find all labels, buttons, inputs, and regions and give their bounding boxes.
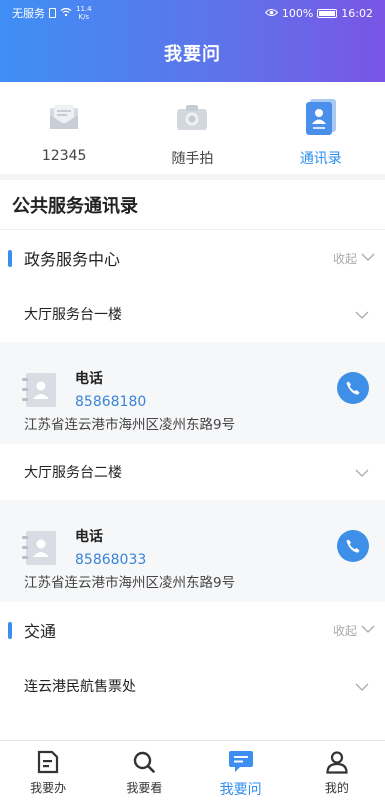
chevron-down-icon <box>361 251 375 265</box>
camera-icon <box>173 98 211 136</box>
contact-address: 江苏省连云港市海州区凌州东路9号 <box>24 417 236 433</box>
address-book-icon <box>22 530 58 570</box>
contacts-book-icon <box>302 98 340 136</box>
contact-phone[interactable]: 85868180 <box>75 394 146 410</box>
tab-contacts-label: 通讯录 <box>299 151 342 167</box>
clock: 16:02 <box>341 6 373 20</box>
section-title: 公共服务通讯录 <box>0 180 385 230</box>
chevron-down-icon <box>355 463 369 482</box>
tab-browse-label: 我要看 <box>126 781 163 795</box>
app-header: 无服务 11.4 K/s 100% 16:02 我要问 <box>0 0 385 82</box>
tab-handle-label: 我要办 <box>30 781 67 795</box>
chevron-down-icon <box>361 623 375 637</box>
group-header-transport[interactable]: 交通 收起 <box>0 602 385 658</box>
group-header-government[interactable]: 政务服务中心 收起 <box>0 230 385 286</box>
status-bar: 无服务 11.4 K/s 100% 16:02 <box>0 0 385 26</box>
bottom-nav: 我要办 我要看 我要问 我的 <box>0 740 385 800</box>
address-book-icon <box>22 372 58 412</box>
tab-12345[interactable]: 12345 <box>0 82 128 174</box>
list-item-airline-ticket-office[interactable]: 连云港民航售票处 <box>0 658 385 714</box>
chevron-down-icon <box>355 677 369 696</box>
tab-photo[interactable]: 随手拍 <box>128 82 256 174</box>
tab-browse[interactable]: 我要看 <box>96 741 192 800</box>
tab-mine-label: 我的 <box>324 781 349 795</box>
phone-icon <box>346 381 360 395</box>
directory-card: 公共服务通讯录 政务服务中心 收起 大厅服务台一楼 电话 85868180 江苏… <box>0 180 385 740</box>
message-envelope-icon <box>45 98 83 136</box>
chat-bubble-icon <box>228 749 254 775</box>
list-item-title: 大厅服务台二楼 <box>24 465 122 481</box>
contact-phone[interactable]: 85868033 <box>75 552 146 568</box>
group-accent-bar <box>8 621 12 639</box>
battery-percent: 100% <box>281 6 314 20</box>
chevron-down-icon <box>355 305 369 324</box>
tab-ask[interactable]: 我要问 <box>193 741 289 800</box>
user-icon <box>324 749 350 775</box>
wifi-icon <box>60 7 72 20</box>
group-title: 政务服务中心 <box>24 250 121 269</box>
contact-card: 电话 85868180 江苏省连云港市海州区凌州东路9号 <box>0 342 385 444</box>
top-nav: 12345 随手拍 通讯录 <box>0 82 385 174</box>
tab-ask-label: 我要问 <box>219 782 262 798</box>
contact-address: 江苏省连云港市海州区凌州东路9号 <box>24 575 236 591</box>
tab-contacts[interactable]: 通讯录 <box>257 82 385 174</box>
eye-icon <box>264 7 279 20</box>
battery-icon <box>317 8 338 18</box>
list-item-hall-floor1[interactable]: 大厅服务台一楼 <box>0 286 385 342</box>
tab-12345-label: 12345 <box>41 148 87 164</box>
carrier-text: 无服务 <box>12 7 45 20</box>
list-item-title: 连云港民航售票处 <box>24 679 136 695</box>
tab-handle[interactable]: 我要办 <box>0 741 96 800</box>
magnifier-icon <box>131 749 157 775</box>
collapse-toggle[interactable]: 收起 <box>333 250 375 267</box>
tab-mine[interactable]: 我的 <box>289 741 385 800</box>
collapse-toggle[interactable]: 收起 <box>333 622 375 639</box>
list-item-title: 大厅服务台一楼 <box>24 307 122 323</box>
document-icon <box>35 749 61 775</box>
contact-card: 电话 85868033 江苏省连云港市海州区凌州东路9号 <box>0 500 385 602</box>
page-title: 我要问 <box>164 44 221 65</box>
list-item-hall-floor2[interactable]: 大厅服务台二楼 <box>0 444 385 500</box>
contact-label: 电话 <box>75 529 103 545</box>
tab-photo-label: 随手拍 <box>171 151 214 167</box>
group-title: 交通 <box>24 622 57 641</box>
net-speed: 11.4 K/s <box>76 5 92 21</box>
collapse-label: 收起 <box>332 623 357 638</box>
contact-label: 电话 <box>75 371 103 387</box>
call-button[interactable] <box>337 530 369 562</box>
phone-icon <box>346 539 360 553</box>
group-accent-bar <box>8 249 12 267</box>
call-button[interactable] <box>337 372 369 404</box>
collapse-label: 收起 <box>332 251 357 266</box>
sim-icon <box>49 8 56 18</box>
